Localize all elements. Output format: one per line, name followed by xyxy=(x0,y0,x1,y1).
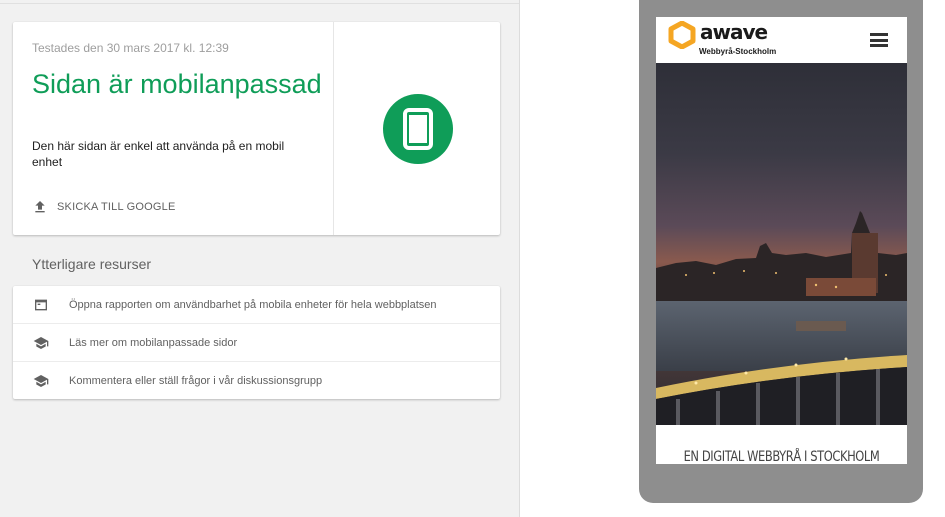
resource-item-report[interactable]: Öppna rapporten om användbarhet på mobil… xyxy=(13,286,500,323)
tested-timestamp: Testades den 30 mars 2017 kl. 12:39 xyxy=(32,41,229,55)
smartphone-icon xyxy=(403,108,433,150)
resource-item-label: Öppna rapporten om användbarhet på mobil… xyxy=(69,298,437,311)
submit-label: SKICKA TILL GOOGLE xyxy=(57,201,176,213)
resources-heading: Ytterligare resurser xyxy=(32,256,152,272)
mobile-friendly-badge xyxy=(383,94,453,164)
upload-icon xyxy=(35,201,45,213)
school-icon xyxy=(33,336,49,349)
test-results-pane: Testades den 30 mars 2017 kl. 12:39 Sida… xyxy=(0,0,519,517)
submit-to-google-button[interactable]: SKICKA TILL GOOGLE xyxy=(32,199,176,215)
resource-item-label: Kommentera eller ställ frågor i vår disk… xyxy=(69,374,323,387)
hero-caption: EN DIGITAL WEBBYRÅ I STOCKHOLM xyxy=(683,449,880,464)
result-badge-area xyxy=(333,22,501,235)
verdict-title: Sidan är mobilanpassad xyxy=(32,69,322,99)
report-icon xyxy=(35,299,47,310)
page-preview-screen[interactable]: awave Webbyrå-Stockholm EN DIGITAL WEBBY… xyxy=(656,17,907,464)
resources-list: Öppna rapporten om användbarhet på mobil… xyxy=(13,286,500,399)
hamburger-icon[interactable] xyxy=(870,33,888,47)
awave-logo-icon xyxy=(668,21,696,49)
hero-image xyxy=(656,63,907,425)
result-summary: Testades den 30 mars 2017 kl. 12:39 Sida… xyxy=(13,22,333,235)
result-card: Testades den 30 mars 2017 kl. 12:39 Sida… xyxy=(13,22,500,235)
resource-item-learn-more[interactable]: Läs mer om mobilanpassade sidor xyxy=(13,323,500,361)
school-icon xyxy=(33,374,49,387)
resource-item-discussion[interactable]: Kommentera eller ställ frågor i vår disk… xyxy=(13,361,500,399)
site-logo-text: awave xyxy=(700,20,768,44)
site-logo-subtitle: Webbyrå-Stockholm xyxy=(699,47,777,56)
verdict-description: Den här sidan är enkel att använda på en… xyxy=(32,139,285,169)
resource-item-label: Läs mer om mobilanpassade sidor xyxy=(69,336,238,349)
phone-frame: awave Webbyrå-Stockholm EN DIGITAL WEBBY… xyxy=(639,0,923,503)
site-header: awave Webbyrå-Stockholm xyxy=(656,17,907,63)
top-divider xyxy=(0,3,519,4)
